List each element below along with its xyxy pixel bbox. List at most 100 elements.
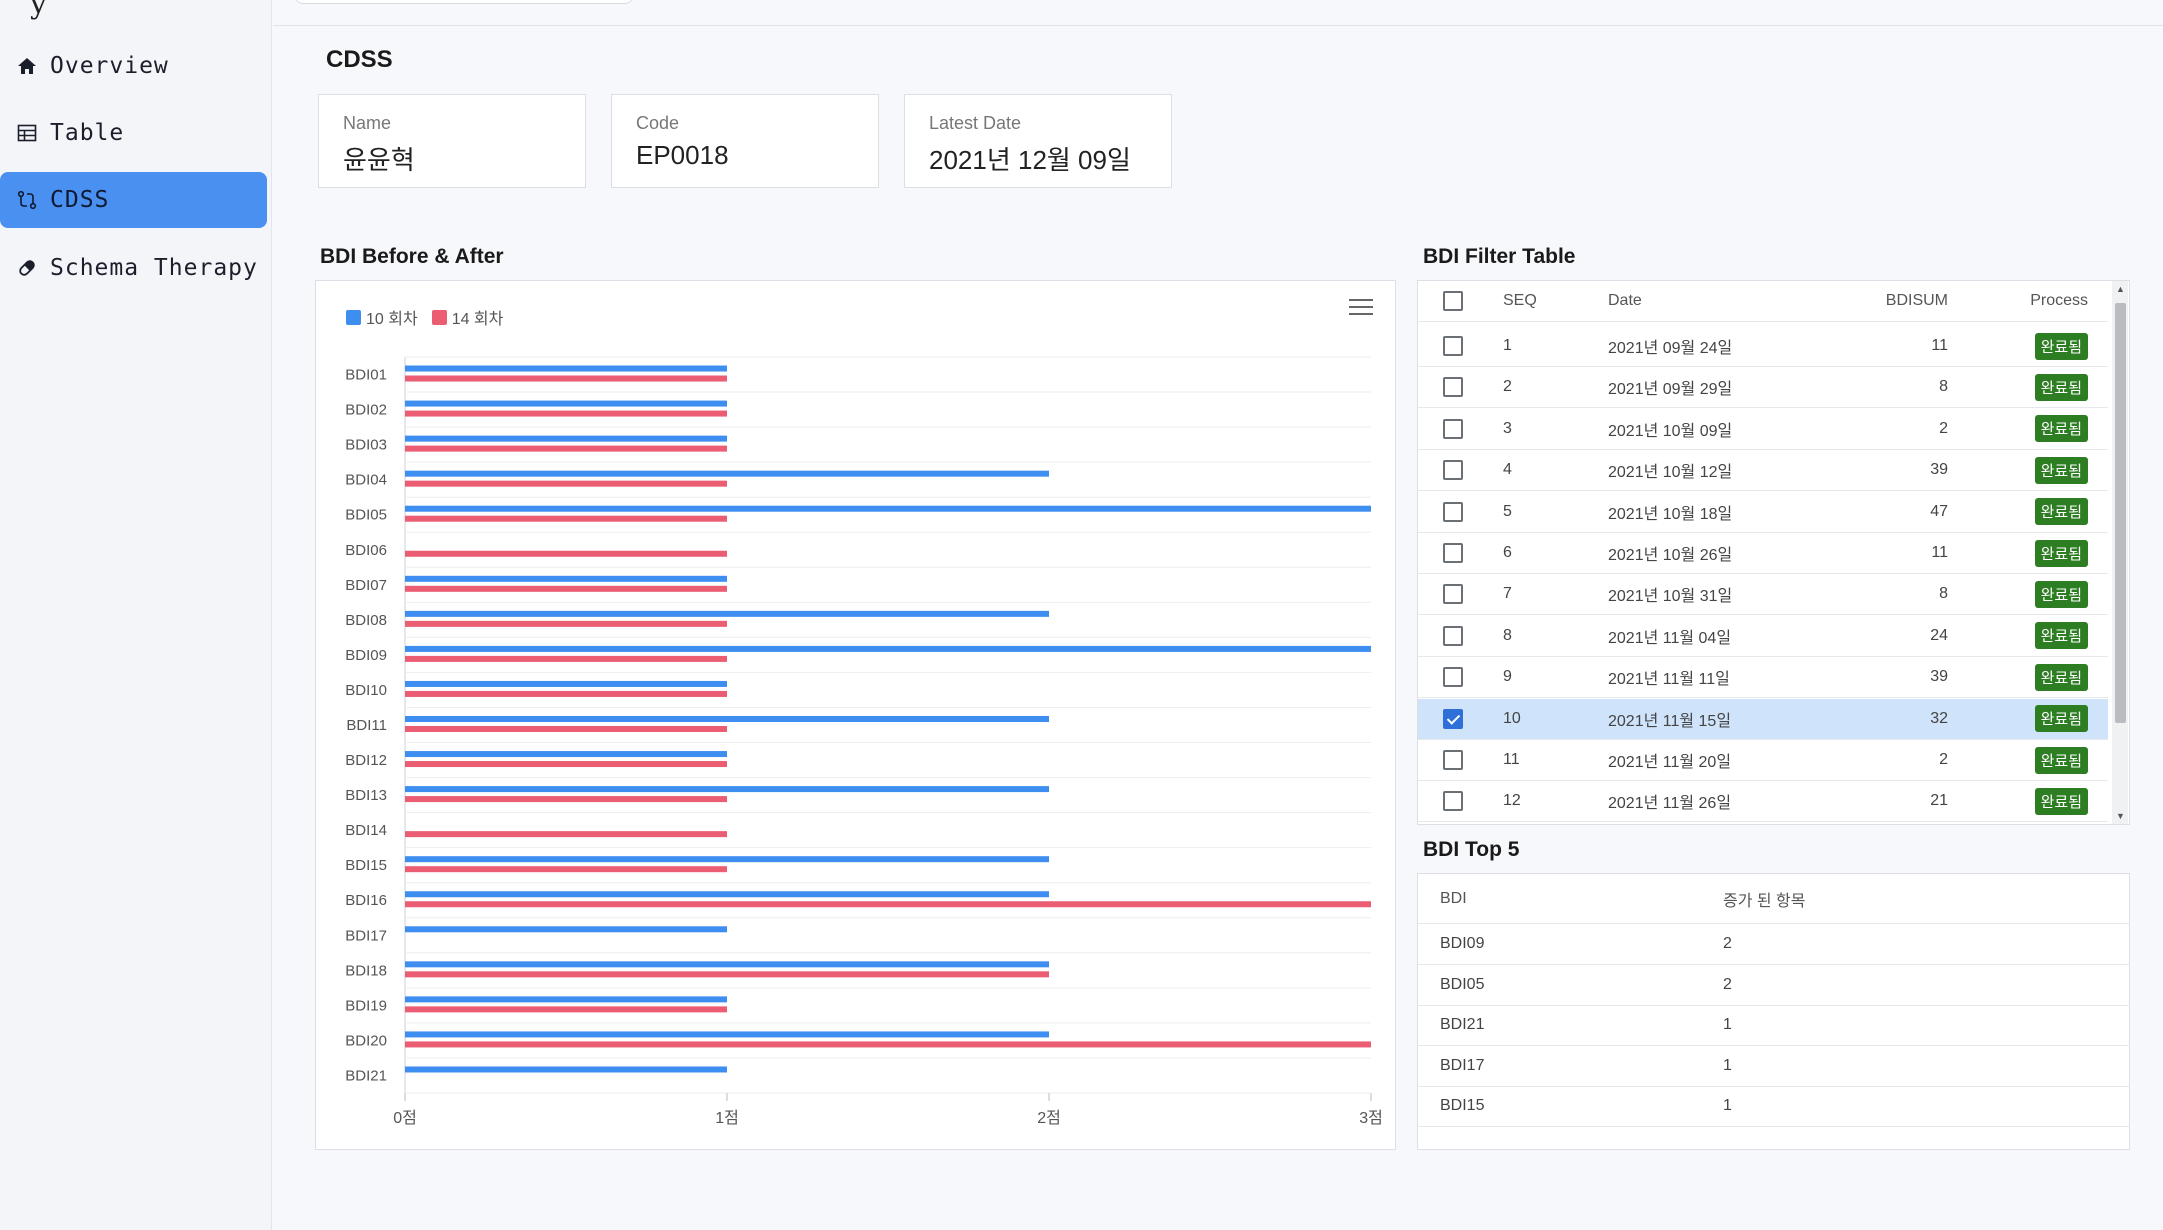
row-checkbox[interactable] [1443,501,1463,522]
header-date[interactable]: Date [1608,292,1642,310]
top5-bdi: BDI09 [1440,935,1485,952]
bar-BDI03-series-2[interactable] [405,445,727,452]
bar-BDI15-series-1[interactable] [405,856,1049,863]
bar-BDI09-series-1[interactable] [405,645,1371,652]
bar-BDI08-series-1[interactable] [405,610,1049,617]
category-label: BDI14 [345,822,387,839]
table-row[interactable]: 9 2021년 11월 11일 39 완료됨 [1418,657,2108,699]
bar-BDI11-series-1[interactable] [405,716,1049,722]
bar-BDI06-series-2[interactable] [405,550,727,557]
x-tick-label: 0점 [393,1109,417,1127]
table-row[interactable]: 6 2021년 10월 26일 11 완료됨 [1418,533,2108,574]
search-input[interactable] [295,0,633,4]
select-all-checkbox[interactable] [1443,291,1463,311]
table-row[interactable]: 2 2021년 09월 29일 8 완료됨 [1418,367,2108,409]
sidebar-item-label: Overview [50,53,169,79]
bar-BDI14-series-2[interactable] [405,831,727,838]
row-checkbox[interactable] [1443,750,1463,770]
category-label: BDI04 [345,472,387,489]
bar-BDI18-series-2[interactable] [405,971,1049,978]
bar-BDI18-series-1[interactable] [405,961,1049,968]
row-bdisum: 39 [1930,461,1948,479]
bar-BDI10-series-2[interactable] [405,690,727,697]
table-scrollbar[interactable]: ▲ ▼ [2112,281,2128,824]
table-row[interactable]: 8 2021년 11월 04일 24 완료됨 [1418,616,2108,657]
category-label: BDI02 [345,402,387,419]
row-checkbox[interactable] [1443,625,1463,646]
bar-BDI15-series-2[interactable] [405,866,727,873]
sidebar-item-schema-therapy[interactable]: Schema Therapy [0,240,267,296]
row-bdisum: 24 [1930,626,1948,644]
table-header-row: SEQ Date BDISUM Process [1418,281,2108,322]
table-row[interactable]: 3 2021년 10월 09일 2 완료됨 [1418,409,2108,450]
bar-BDI09-series-2[interactable] [405,655,727,662]
bar-BDI01-series-2[interactable] [405,375,727,382]
header-seq[interactable]: SEQ [1503,292,1537,310]
bar-BDI17-series-1[interactable] [405,926,727,933]
bar-BDI03-series-1[interactable] [405,435,727,442]
home-icon [16,55,38,77]
bar-BDI05-series-2[interactable] [405,515,727,522]
row-checkbox[interactable] [1443,418,1463,439]
table-row[interactable]: 12 2021년 11월 26일 21 완료됨 [1418,781,2108,823]
top5-row: BDI15 1 [1418,1086,2130,1127]
table-row[interactable]: 5 2021년 10월 18일 47 완료됨 [1418,492,2108,533]
bar-BDI13-series-1[interactable] [405,786,1049,793]
table-row[interactable]: 10 2021년 11월 15일 32 완료됨 [1418,698,2108,740]
table-row[interactable]: 4 2021년 10월 12일 39 완료됨 [1418,450,2108,492]
bar-BDI19-series-2[interactable] [405,1006,727,1013]
header-bdisum[interactable]: BDISUM [1886,292,1948,310]
sidebar-item-table[interactable]: Table [0,105,267,161]
bar-BDI02-series-1[interactable] [405,400,727,407]
row-checkbox[interactable] [1443,791,1463,812]
row-checkbox[interactable] [1443,336,1463,356]
table-row[interactable]: 1 2021년 09월 24일 11 완료됨 [1418,326,2108,367]
bar-BDI01-series-1[interactable] [405,365,727,372]
bar-BDI16-series-2[interactable] [405,901,1371,908]
bar-BDI20-series-1[interactable] [405,1031,1049,1038]
bar-BDI21-series-1[interactable] [405,1066,727,1073]
bar-BDI07-series-1[interactable] [405,575,727,582]
table-row[interactable]: 7 2021년 10월 31일 8 완료됨 [1418,574,2108,616]
bar-BDI04-series-2[interactable] [405,480,727,487]
row-checkbox[interactable] [1443,584,1463,605]
bar-BDI19-series-1[interactable] [405,996,727,1003]
row-checkbox[interactable] [1443,708,1463,729]
latest-date-card: Latest Date 2021년 12월 09일 [904,94,1172,188]
status-badge: 완료됨 [2034,332,2088,360]
scroll-up-icon[interactable]: ▲ [2116,284,2125,294]
legend-label: 14 회차 [451,311,504,328]
bar-BDI12-series-2[interactable] [405,761,727,768]
header-process[interactable]: Process [2030,292,2088,310]
bar-BDI04-series-1[interactable] [405,470,1049,477]
bar-BDI05-series-1[interactable] [405,505,1371,512]
sidebar-item-overview[interactable]: Overview [0,38,267,94]
bar-BDI11-series-2[interactable] [405,726,727,732]
row-checkbox[interactable] [1443,460,1463,481]
bar-BDI20-series-2[interactable] [405,1041,1371,1048]
scroll-down-icon[interactable]: ▼ [2116,811,2125,821]
legend-item-series-1[interactable]: 10 회차 [346,305,418,329]
bar-BDI13-series-2[interactable] [405,796,727,803]
status-badge: 완료됨 [2034,746,2088,774]
row-checkbox[interactable] [1443,667,1463,688]
row-seq: 2 [1503,378,1512,396]
bar-BDI02-series-2[interactable] [405,410,727,417]
filter-table: SEQ Date BDISUM Process 1 2021년 09월 24일 11 완료됨 2… [1417,280,2130,825]
bar-BDI10-series-1[interactable] [405,680,727,687]
sidebar-item-cdss[interactable]: CDSS [0,172,267,228]
table-icon [16,122,38,144]
bar-BDI12-series-1[interactable] [405,751,727,758]
scroll-thumb[interactable] [2115,303,2126,723]
bar-BDI16-series-1[interactable] [405,891,1049,898]
table-row[interactable]: 11 2021년 11월 20일 2 완료됨 [1418,740,2108,781]
bar-BDI08-series-2[interactable] [405,620,727,627]
chart-menu-icon[interactable] [1349,299,1373,320]
row-checkbox[interactable] [1443,377,1463,398]
category-label: BDI07 [345,577,387,594]
x-tick-label: 1점 [715,1109,739,1127]
bar-BDI07-series-2[interactable] [405,585,727,592]
category-label: BDI21 [345,1067,387,1084]
row-checkbox[interactable] [1443,543,1463,563]
legend-item-series-2[interactable]: 14 회차 [431,305,504,329]
